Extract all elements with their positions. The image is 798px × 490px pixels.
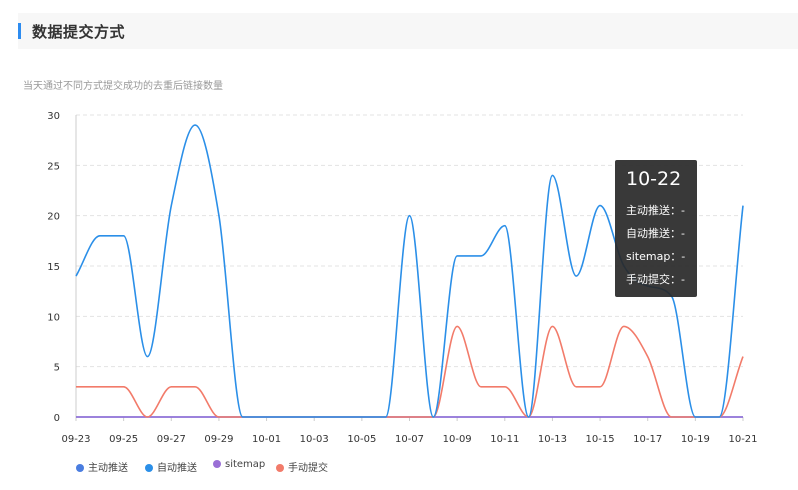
x-tick-label: 09-29 — [204, 434, 233, 445]
chart-tooltip: 10-22 主动推送：- 自动推送：- sitemap：- 手动提交：- — [615, 160, 697, 297]
x-tick-label: 10-05 — [347, 434, 376, 445]
y-tick-label: 25 — [47, 161, 60, 172]
x-tick-label: 10-21 — [728, 434, 757, 445]
legend-dot-icon — [145, 464, 153, 472]
x-tick-label: 10-09 — [443, 434, 472, 445]
tooltip-title: 10-22 — [626, 168, 682, 190]
y-tick-label: 10 — [47, 312, 60, 323]
x-tick-label: 09-25 — [109, 434, 138, 445]
y-tick-label: 15 — [47, 262, 60, 273]
legend-label: sitemap — [225, 459, 266, 470]
x-tick-label: 10-11 — [490, 434, 519, 445]
x-tick-label: 10-13 — [538, 434, 567, 445]
x-tick-label: 10-19 — [681, 434, 710, 445]
x-tick-label: 10-15 — [586, 434, 615, 445]
legend-label: 手动提交 — [288, 463, 328, 474]
tooltip-row-manual: 手动提交：- — [626, 273, 685, 286]
legend-label: 主动推送 — [88, 463, 128, 474]
legend-label: 自动推送 — [157, 463, 197, 474]
legend-item-sitemap[interactable]: sitemap — [213, 459, 265, 470]
tooltip-row-sitemap: sitemap：- — [626, 250, 686, 263]
legend-dot-icon — [76, 464, 84, 472]
legend-dot-icon — [276, 464, 284, 472]
x-tick-label: 10-03 — [300, 434, 329, 445]
y-tick-label: 20 — [47, 212, 60, 223]
y-tick-label: 30 — [47, 111, 60, 122]
tooltip-row-auto-push: 自动推送：- — [626, 227, 685, 240]
x-tick-label: 09-27 — [157, 434, 186, 445]
x-tick-label: 10-07 — [395, 434, 424, 445]
legend-item-auto-push[interactable]: 自动推送 — [145, 459, 197, 474]
legend-item-manual[interactable]: 手动提交 — [276, 459, 328, 474]
x-tick-label: 09-23 — [61, 434, 90, 445]
y-tick-label: 5 — [54, 363, 60, 374]
legend-item-main-push[interactable]: 主动推送 — [76, 459, 128, 474]
y-tick-label: 0 — [54, 413, 60, 424]
series-line-manual — [76, 325, 744, 418]
x-tick-label: 10-01 — [252, 434, 281, 445]
tooltip-row-main-push: 主动推送：- — [626, 204, 685, 217]
x-tick-label: 10-17 — [633, 434, 662, 445]
legend-dot-icon — [213, 460, 221, 468]
